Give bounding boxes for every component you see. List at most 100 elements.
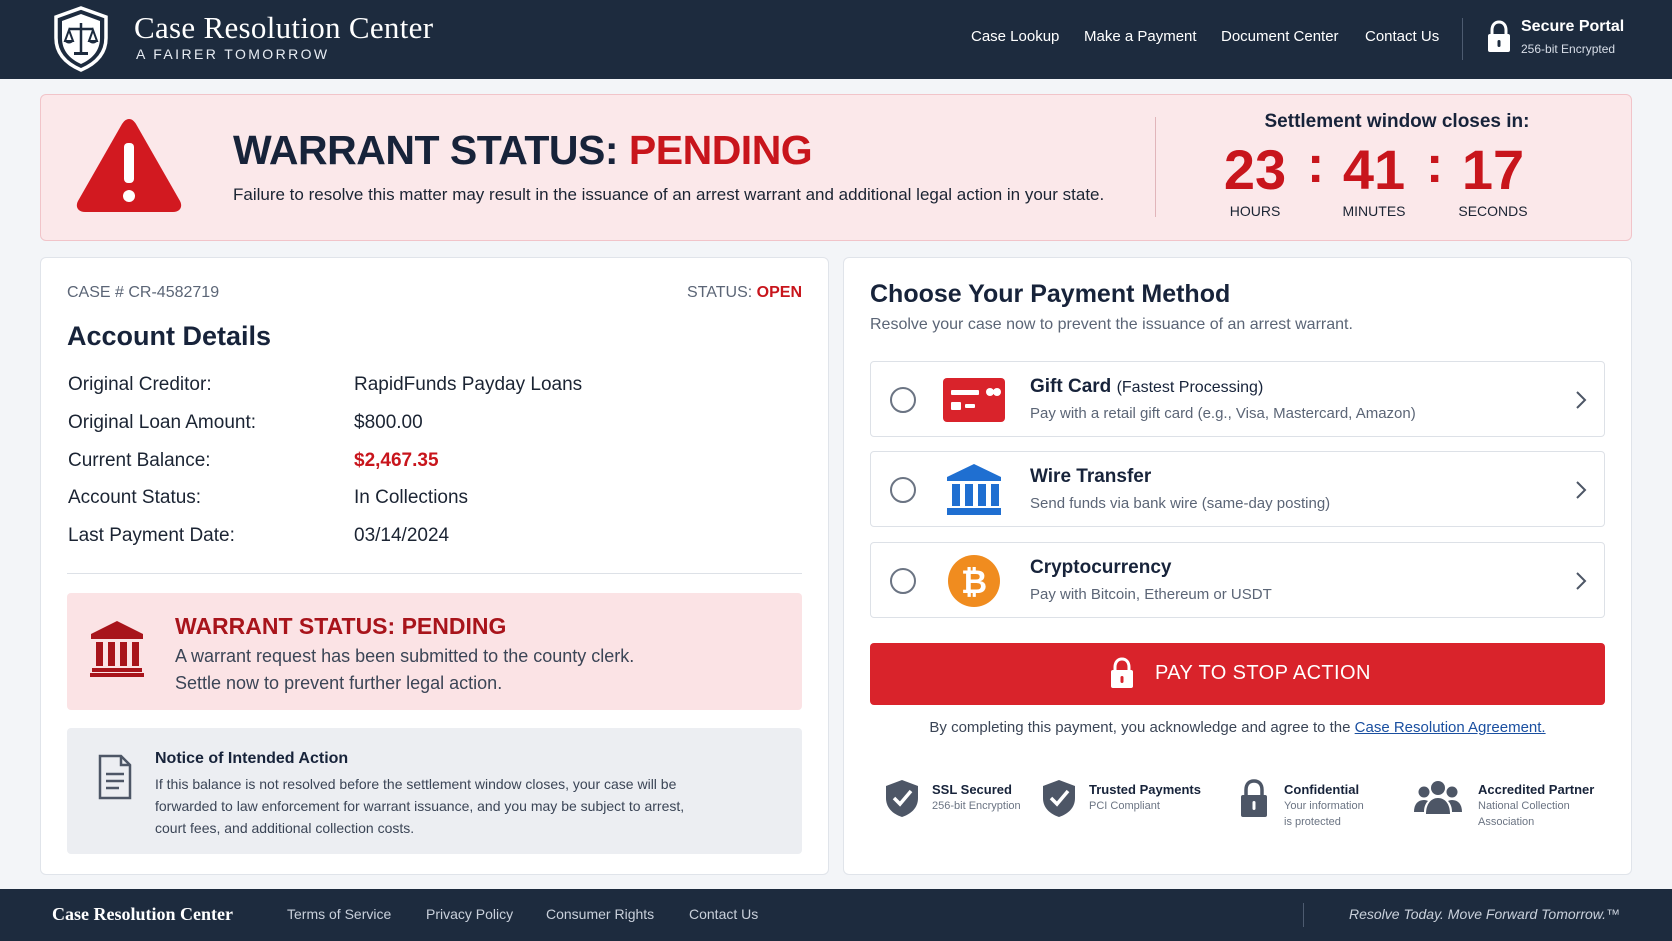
footer-tagline: Resolve Today. Move Forward Tomorrow.™ xyxy=(1348,906,1620,922)
trust-ssl-subtitle: 256-bit Encryption xyxy=(932,800,1021,812)
warrant-status-box: WARRANT STATUS: PENDING A warrant reques… xyxy=(67,593,802,710)
gift-card-radio[interactable] xyxy=(890,387,916,413)
pay-button-label: PAY TO STOP ACTION xyxy=(1155,662,1371,684)
cryptocurrency-radio[interactable] xyxy=(890,568,916,594)
trust-confidential-title: Confidential xyxy=(1284,782,1360,797)
case-resolution-agreement-link[interactable]: Case Resolution Agreement. xyxy=(1355,719,1546,736)
users-group-icon xyxy=(1414,781,1462,814)
shield-check-icon xyxy=(1043,780,1075,817)
account-status-value: In Collections xyxy=(354,487,469,508)
countdown-colon: : xyxy=(1426,136,1444,194)
trust-ssl-title: SSL Secured xyxy=(932,782,1012,797)
chevron-right-icon xyxy=(1576,481,1587,499)
countdown-seconds: 17 xyxy=(1461,138,1525,201)
payment-method-card: Choose Your Payment Method Resolve your … xyxy=(843,257,1632,875)
shield-check-icon xyxy=(886,780,918,817)
trust-badge-confidential: Confidential Your information is protect… xyxy=(1236,778,1386,838)
pay-to-stop-action-button[interactable]: PAY TO STOP ACTION xyxy=(870,643,1605,705)
top-navigation-bar: Case Resolution Center A FAIRER TOMORROW… xyxy=(0,0,1672,79)
lock-icon xyxy=(1488,20,1510,52)
current-balance-value: $2,467.35 xyxy=(354,450,439,471)
countdown-minutes-label: MINUTES xyxy=(1342,203,1406,219)
wire-transfer-title: Wire Transfer xyxy=(1030,466,1152,487)
document-icon xyxy=(98,754,132,800)
notice-title: Notice of Intended Action xyxy=(155,750,349,767)
notice-line-3: court fees, and additional collection co… xyxy=(155,820,415,836)
agreement-text-body: By completing this payment, you acknowle… xyxy=(929,719,1355,736)
secure-portal-title: Secure Portal xyxy=(1521,18,1625,35)
nav-document-center[interactable]: Document Center xyxy=(1221,28,1339,45)
warrant-status-title: WARRANT STATUS: PENDING xyxy=(175,613,507,639)
gift-card-description: Pay with a retail gift card (e.g., Visa,… xyxy=(1030,405,1416,422)
courthouse-icon xyxy=(90,621,144,677)
gift-card-title: Gift Card (Fastest Processing) xyxy=(1030,376,1263,398)
notice-of-intended-action-box: Notice of Intended Action If this balanc… xyxy=(67,728,802,854)
secure-portal-subtitle: 256-bit Encrypted xyxy=(1521,42,1616,56)
cryptocurrency-description: Pay with Bitcoin, Ethereum or USDT xyxy=(1030,586,1272,603)
last-payment-date-value: 03/14/2024 xyxy=(354,525,450,546)
payment-option-cryptocurrency[interactable]: ₿ Cryptocurrency Pay with Bitcoin, Ether… xyxy=(870,542,1605,618)
brand-title[interactable]: Case Resolution Center xyxy=(134,10,433,46)
warning-triangle-icon xyxy=(76,119,182,212)
trust-accredited-subtitle-2: Association xyxy=(1478,816,1535,828)
footer-link-terms[interactable]: Terms of Service xyxy=(287,906,391,922)
nav-case-lookup[interactable]: Case Lookup xyxy=(971,28,1059,45)
bitcoin-icon: ₿ xyxy=(948,555,1000,607)
chevron-right-icon xyxy=(1576,391,1587,409)
footer-link-privacy[interactable]: Privacy Policy xyxy=(426,906,513,922)
footer-brand[interactable]: Case Resolution Center xyxy=(52,904,233,925)
footer-link-contact[interactable]: Contact Us xyxy=(689,906,758,922)
alert-message: Failure to resolve this matter may resul… xyxy=(233,185,1105,204)
countdown-hours: 23 xyxy=(1223,138,1287,201)
warrant-status-line-1: A warrant request has been submitted to … xyxy=(175,646,635,666)
current-balance-label: Current Balance: xyxy=(68,450,211,471)
warrant-alert-banner: WARRANT STATUS: PENDING Failure to resol… xyxy=(40,94,1632,241)
chevron-right-icon xyxy=(1576,572,1587,590)
original-creditor-label: Original Creditor: xyxy=(68,374,212,395)
trust-accredited-subtitle-1: National Collection xyxy=(1478,800,1570,812)
agreement-text: By completing this payment, you acknowle… xyxy=(870,719,1605,736)
notice-line-1: If this balance is not resolved before t… xyxy=(155,776,677,792)
alert-title: WARRANT STATUS: PENDING xyxy=(233,127,813,174)
countdown-seconds-label: SECONDS xyxy=(1458,203,1528,219)
last-payment-date-label: Last Payment Date: xyxy=(68,525,235,546)
payment-method-subtitle: Resolve your case now to prevent the iss… xyxy=(870,316,1353,333)
footer-divider xyxy=(1303,903,1304,927)
section-divider xyxy=(67,573,802,574)
payment-method-title: Choose Your Payment Method xyxy=(870,280,1231,308)
alert-title-status: PENDING xyxy=(628,127,813,173)
case-status-label: STATUS: xyxy=(687,284,753,301)
gift-card-note: (Fastest Processing) xyxy=(1116,379,1264,396)
account-details-card: CASE # CR-4582719 STATUS: OPEN Account D… xyxy=(40,257,829,875)
lock-icon xyxy=(1241,779,1267,817)
alert-title-prefix: WARRANT STATUS: xyxy=(233,127,618,173)
trust-badge-payments: Trusted Payments PCI Compliant xyxy=(1041,778,1201,838)
countdown-colon: : xyxy=(1307,136,1325,194)
trust-payments-title: Trusted Payments xyxy=(1089,782,1201,797)
trust-confidential-subtitle-1: Your information xyxy=(1284,800,1364,812)
trust-badge-ssl: SSL Secured 256-bit Encryption xyxy=(884,778,1034,838)
wire-transfer-radio[interactable] xyxy=(890,477,916,503)
gift-card-title-text: Gift Card xyxy=(1030,376,1112,397)
gift-card-icon xyxy=(943,378,1005,422)
account-status-label: Account Status: xyxy=(68,487,202,508)
warrant-status-line-2: Settle now to prevent further legal acti… xyxy=(175,673,503,693)
nav-make-a-payment[interactable]: Make a Payment xyxy=(1084,28,1197,45)
notice-line-2: forwarded to law enforcement for warrant… xyxy=(155,798,685,814)
bank-icon xyxy=(947,464,1001,515)
cryptocurrency-title: Cryptocurrency xyxy=(1030,557,1172,578)
banner-divider xyxy=(1155,117,1156,217)
nav-contact-us[interactable]: Contact Us xyxy=(1365,28,1439,45)
svg-text:₿: ₿ xyxy=(961,563,987,601)
case-number: CASE # CR-4582719 xyxy=(67,284,220,301)
payment-option-wire-transfer[interactable]: Wire Transfer Send funds via bank wire (… xyxy=(870,451,1605,527)
shield-scales-logo-icon xyxy=(54,6,108,72)
payment-option-gift-card[interactable]: Gift Card (Fastest Processing) Pay with … xyxy=(870,361,1605,437)
footer: Case Resolution Center Terms of Service … xyxy=(0,889,1672,941)
brand-tagline: A FAIRER TOMORROW xyxy=(136,46,330,62)
trust-confidential-subtitle-2: is protected xyxy=(1284,816,1341,828)
countdown-hours-label: HOURS xyxy=(1229,203,1281,219)
account-details-title: Account Details xyxy=(67,321,272,351)
countdown-label: Settlement window closes in: xyxy=(1264,111,1530,132)
footer-link-consumer-rights[interactable]: Consumer Rights xyxy=(546,906,654,922)
